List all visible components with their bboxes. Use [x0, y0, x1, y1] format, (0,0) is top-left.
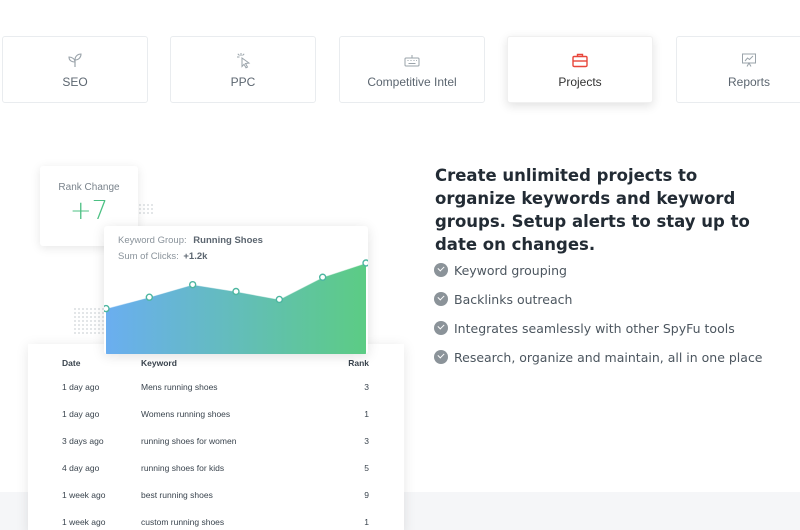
keyword-group-line: Keyword Group: Running Shoes: [118, 235, 263, 246]
chart-area-fill: [106, 263, 366, 354]
chart-point[interactable]: [362, 259, 368, 267]
row-rank: 3: [364, 436, 369, 446]
section-heading: Create unlimited projects to organize ke…: [435, 166, 750, 254]
row-keyword: Mens running shoes: [141, 382, 218, 392]
seedling-icon: [68, 52, 82, 67]
table-row: 1 day ago Womens running shoes 1: [28, 409, 404, 436]
keyword-group-value: Running Shoes: [193, 235, 263, 246]
table-row: 3 days ago running shoes for women 3: [28, 436, 404, 463]
tab-label: PPC: [230, 74, 256, 89]
feature-text: Research, organize and maintain, all in …: [454, 349, 763, 365]
keyword-group-chart-card: Keyword Group: Running Shoes Sum of Clic…: [104, 226, 368, 354]
chart-point[interactable]: [275, 295, 284, 304]
chart-point[interactable]: [318, 273, 327, 281]
tab-label: Projects: [558, 74, 602, 89]
chart-point[interactable]: [145, 293, 154, 301]
keyword-group-label: Keyword Group:: [118, 235, 187, 246]
check-circle-icon: [434, 292, 448, 306]
chart-point[interactable]: [104, 304, 110, 313]
row-keyword: running shoes for women: [141, 436, 237, 446]
table-row: 1 day ago Mens running shoes 3: [28, 382, 404, 409]
tab-label: SEO: [62, 74, 88, 89]
feature-text: Integrates seamlessly with other SpyFu t…: [454, 320, 735, 336]
row-date: 1 week ago: [62, 490, 106, 500]
cursor-click-icon: [237, 52, 251, 68]
column-header-rank: Rank: [348, 358, 369, 368]
chart-presentation-icon: [742, 53, 756, 67]
sum-clicks-line: Sum of Clicks: +1.2k: [118, 251, 207, 262]
feature-text: Backlinks outreach: [454, 291, 573, 307]
row-date: 1 day ago: [62, 382, 100, 392]
row-rank: 1: [364, 517, 369, 527]
feature-item: Integrates seamlessly with other SpyFu t…: [434, 319, 735, 337]
row-date: 3 days ago: [62, 436, 104, 446]
rank-change-value: +7: [69, 196, 109, 226]
tab-ppc[interactable]: PPC: [170, 36, 316, 103]
rank-history-table: Date Keyword Rank 1 day ago Mens running…: [28, 344, 404, 530]
feature-item: Backlinks outreach: [434, 290, 572, 308]
tab-label: Competitive Intel: [367, 74, 457, 89]
row-keyword: custom running shoes: [141, 517, 225, 527]
feature-item: Research, organize and maintain, all in …: [434, 348, 763, 366]
row-rank: 5: [364, 463, 369, 473]
table-row: 1 week ago best running shoes 9: [28, 490, 404, 517]
row-date: 1 day ago: [62, 409, 100, 419]
tab-reports[interactable]: Reports: [676, 36, 800, 103]
check-circle-icon: [434, 321, 448, 335]
row-keyword: best running shoes: [141, 490, 213, 500]
row-keyword: running shoes for kids: [141, 463, 225, 473]
sum-clicks-value: +1.2k: [183, 251, 208, 262]
table-row: 4 day ago running shoes for kids 5: [28, 463, 404, 490]
rank-change-title: Rank Change: [58, 182, 120, 193]
tab-competitive-intel[interactable]: Competitive Intel: [339, 36, 485, 103]
column-header-date: Date: [62, 358, 81, 368]
keyboard-icon: [404, 54, 420, 66]
row-rank: 1: [364, 409, 369, 419]
column-header-keyword: Keyword: [141, 358, 177, 368]
feature-item: Keyword grouping: [434, 261, 567, 279]
row-rank: 9: [364, 490, 369, 500]
check-circle-icon: [434, 263, 448, 277]
check-circle-icon: [434, 350, 448, 364]
tab-label: Reports: [727, 74, 771, 89]
row-date: 1 week ago: [62, 517, 106, 527]
sum-clicks-label: Sum of Clicks:: [118, 251, 179, 262]
tab-seo[interactable]: SEO: [2, 36, 148, 103]
chart-point[interactable]: [232, 287, 240, 296]
feature-text: Keyword grouping: [454, 262, 567, 278]
row-rank: 3: [364, 382, 369, 392]
row-date: 4 day ago: [62, 463, 100, 473]
row-keyword: Womens running shoes: [141, 409, 231, 419]
table-row: 1 week ago custom running shoes 1: [28, 517, 404, 530]
dot-grid-decoration: [139, 204, 153, 214]
chart-point[interactable]: [188, 280, 197, 289]
briefcase-icon: [572, 53, 588, 67]
dot-grid-decoration: [74, 308, 104, 334]
tab-projects[interactable]: Projects: [507, 36, 653, 103]
